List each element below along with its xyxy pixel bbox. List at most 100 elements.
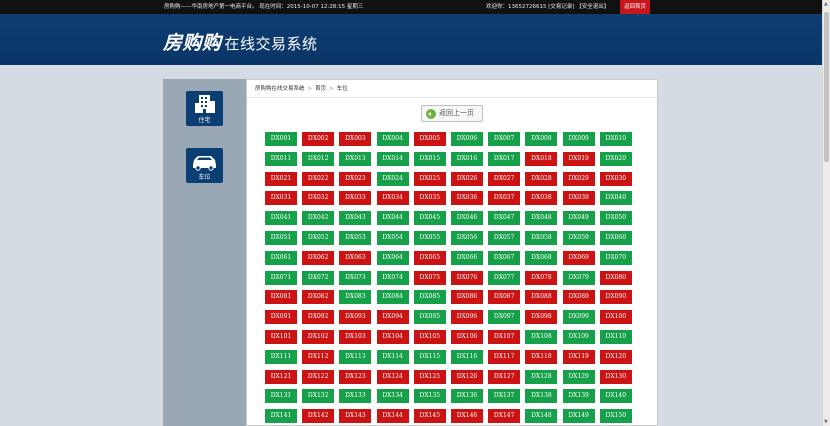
parking-slot-sold[interactable]: DX033 bbox=[339, 191, 372, 206]
parking-slot-available[interactable]: DX149 bbox=[562, 409, 595, 424]
logout-link[interactable]: 【安全退出】 bbox=[576, 4, 609, 10]
parking-slot-available[interactable]: DX043 bbox=[339, 211, 372, 226]
parking-slot-sold[interactable]: DX034 bbox=[376, 191, 409, 206]
parking-slot-available[interactable]: DX133 bbox=[339, 389, 372, 404]
parking-slot-sold[interactable]: DX092 bbox=[302, 310, 335, 325]
parking-slot-available[interactable]: DX068 bbox=[525, 250, 558, 265]
parking-slot-sold[interactable]: DX088 bbox=[525, 290, 558, 305]
parking-slot-sold[interactable]: DX104 bbox=[376, 330, 409, 344]
parking-slot-sold[interactable]: DX021 bbox=[265, 171, 297, 186]
parking-slot-sold[interactable]: DX022 bbox=[302, 171, 335, 186]
parking-slot-available[interactable]: DX070 bbox=[599, 250, 632, 265]
parking-slot-sold[interactable]: DX090 bbox=[599, 290, 632, 305]
parking-slot-sold[interactable]: DX078 bbox=[525, 270, 558, 285]
parking-slot-available[interactable]: DX042 bbox=[302, 211, 335, 226]
parking-slot-available[interactable]: DX064 bbox=[376, 250, 409, 265]
parking-slot-sold[interactable]: DX023 bbox=[339, 171, 372, 186]
parking-slot-sold[interactable]: DX082 bbox=[302, 290, 335, 305]
parking-slot-available[interactable]: DX073 bbox=[339, 270, 372, 285]
parking-slot-sold[interactable]: DX081 bbox=[265, 290, 297, 305]
parking-slot-available[interactable]: DX136 bbox=[451, 389, 483, 404]
scroll-up-icon[interactable]: ▲ bbox=[824, 1, 828, 7]
parking-slot-sold[interactable]: DX102 bbox=[302, 330, 335, 344]
parking-slot-sold[interactable]: DX122 bbox=[302, 369, 335, 384]
parking-slot-available[interactable]: DX059 bbox=[562, 231, 595, 245]
parking-slot-sold[interactable]: DX127 bbox=[488, 369, 521, 384]
parking-slot-available[interactable]: DX077 bbox=[488, 270, 521, 285]
parking-slot-sold[interactable]: DX069 bbox=[562, 250, 595, 265]
parking-slot-sold[interactable]: DX112 bbox=[302, 349, 335, 364]
parking-slot-available[interactable]: DX110 bbox=[599, 330, 632, 344]
parking-slot-available[interactable]: DX055 bbox=[413, 231, 446, 245]
parking-slot-available[interactable]: DX137 bbox=[488, 389, 521, 404]
parking-slot-available[interactable]: DX046 bbox=[451, 211, 483, 226]
parking-slot-available[interactable]: DX115 bbox=[413, 349, 446, 364]
parking-slot-available[interactable]: DX114 bbox=[376, 349, 409, 364]
parking-slot-sold[interactable]: DX143 bbox=[339, 409, 372, 424]
sidebar-item-parking[interactable]: 车位 bbox=[186, 148, 223, 183]
parking-slot-sold[interactable]: DX106 bbox=[451, 330, 483, 344]
parking-slot-available[interactable]: DX044 bbox=[376, 211, 409, 226]
parking-slot-sold[interactable]: DX005 bbox=[413, 132, 446, 146]
parking-slot-sold[interactable]: DX065 bbox=[413, 250, 446, 265]
parking-slot-available[interactable]: DX007 bbox=[488, 132, 521, 146]
vertical-scrollbar[interactable]: ▲ ▼ bbox=[822, 0, 830, 426]
parking-slot-available[interactable]: DX132 bbox=[302, 389, 335, 404]
parking-slot-available[interactable]: DX099 bbox=[562, 310, 595, 325]
parking-slot-available[interactable]: DX040 bbox=[599, 191, 632, 206]
parking-slot-sold[interactable]: DX019 bbox=[562, 151, 595, 166]
parking-slot-sold[interactable]: DX121 bbox=[265, 369, 297, 384]
parking-slot-available[interactable]: DX004 bbox=[376, 132, 409, 146]
parking-slot-sold[interactable]: DX003 bbox=[339, 132, 372, 146]
parking-slot-sold[interactable]: DX039 bbox=[562, 191, 595, 206]
parking-slot-available[interactable]: DX056 bbox=[451, 231, 483, 245]
parking-slot-sold[interactable]: DX107 bbox=[488, 330, 521, 344]
parking-slot-sold[interactable]: DX036 bbox=[451, 191, 483, 206]
parking-slot-available[interactable]: DX012 bbox=[302, 151, 335, 166]
parking-slot-available[interactable]: DX057 bbox=[488, 231, 521, 245]
parking-slot-available[interactable]: DX017 bbox=[488, 151, 521, 166]
parking-slot-available[interactable]: DX008 bbox=[525, 132, 558, 146]
parking-slot-sold[interactable]: DX126 bbox=[451, 369, 483, 384]
parking-slot-available[interactable]: DX134 bbox=[376, 389, 409, 404]
parking-slot-available[interactable]: DX054 bbox=[376, 231, 409, 245]
parking-slot-available[interactable]: DX047 bbox=[488, 211, 521, 226]
parking-slot-available[interactable]: DX051 bbox=[265, 231, 297, 245]
parking-slot-available[interactable]: DX066 bbox=[451, 250, 483, 265]
parking-slot-available[interactable]: DX148 bbox=[525, 409, 558, 424]
parking-slot-sold[interactable]: DX147 bbox=[488, 409, 521, 424]
parking-slot-available[interactable]: DX129 bbox=[562, 369, 595, 384]
parking-slot-available[interactable]: DX001 bbox=[265, 132, 297, 146]
back-button[interactable]: 返回上一页 bbox=[421, 105, 483, 122]
parking-slot-available[interactable]: DX058 bbox=[525, 231, 558, 245]
parking-slot-available[interactable]: DX053 bbox=[339, 231, 372, 245]
parking-slot-sold[interactable]: DX098 bbox=[525, 310, 558, 325]
breadcrumb-root[interactable]: 房购购在线交易系统 bbox=[255, 86, 305, 92]
breadcrumb-home[interactable]: 首页 bbox=[315, 86, 326, 92]
parking-slot-sold[interactable]: DX032 bbox=[302, 191, 335, 206]
parking-slot-sold[interactable]: DX062 bbox=[302, 250, 335, 265]
parking-slot-sold[interactable]: DX119 bbox=[562, 349, 595, 364]
parking-slot-sold[interactable]: DX100 bbox=[599, 310, 632, 325]
parking-slot-available[interactable]: DX072 bbox=[302, 270, 335, 285]
parking-slot-available[interactable]: DX020 bbox=[599, 151, 632, 166]
parking-slot-available[interactable]: DX097 bbox=[488, 310, 521, 325]
parking-slot-available[interactable]: DX011 bbox=[265, 151, 297, 166]
parking-slot-sold[interactable]: DX118 bbox=[525, 349, 558, 364]
parking-slot-available[interactable]: DX150 bbox=[599, 409, 632, 424]
parking-slot-sold[interactable]: DX080 bbox=[599, 270, 632, 285]
parking-slot-available[interactable]: DX079 bbox=[562, 270, 595, 285]
parking-slot-available[interactable]: DX048 bbox=[525, 211, 558, 226]
parking-slot-sold[interactable]: DX018 bbox=[525, 151, 558, 166]
parking-slot-sold[interactable]: DX002 bbox=[302, 132, 335, 146]
parking-slot-available[interactable]: DX084 bbox=[376, 290, 409, 305]
parking-slot-available[interactable]: DX049 bbox=[562, 211, 595, 226]
parking-slot-sold[interactable]: DX027 bbox=[488, 171, 521, 186]
return-home-button[interactable]: 返回首页 bbox=[620, 0, 650, 14]
parking-slot-available[interactable]: DX135 bbox=[413, 389, 446, 404]
parking-slot-sold[interactable]: DX105 bbox=[413, 330, 446, 344]
parking-slot-available[interactable]: DX071 bbox=[265, 270, 297, 285]
parking-slot-sold[interactable]: DX123 bbox=[339, 369, 372, 384]
parking-slot-available[interactable]: DX083 bbox=[339, 290, 372, 305]
parking-slot-available[interactable]: DX140 bbox=[599, 389, 632, 404]
